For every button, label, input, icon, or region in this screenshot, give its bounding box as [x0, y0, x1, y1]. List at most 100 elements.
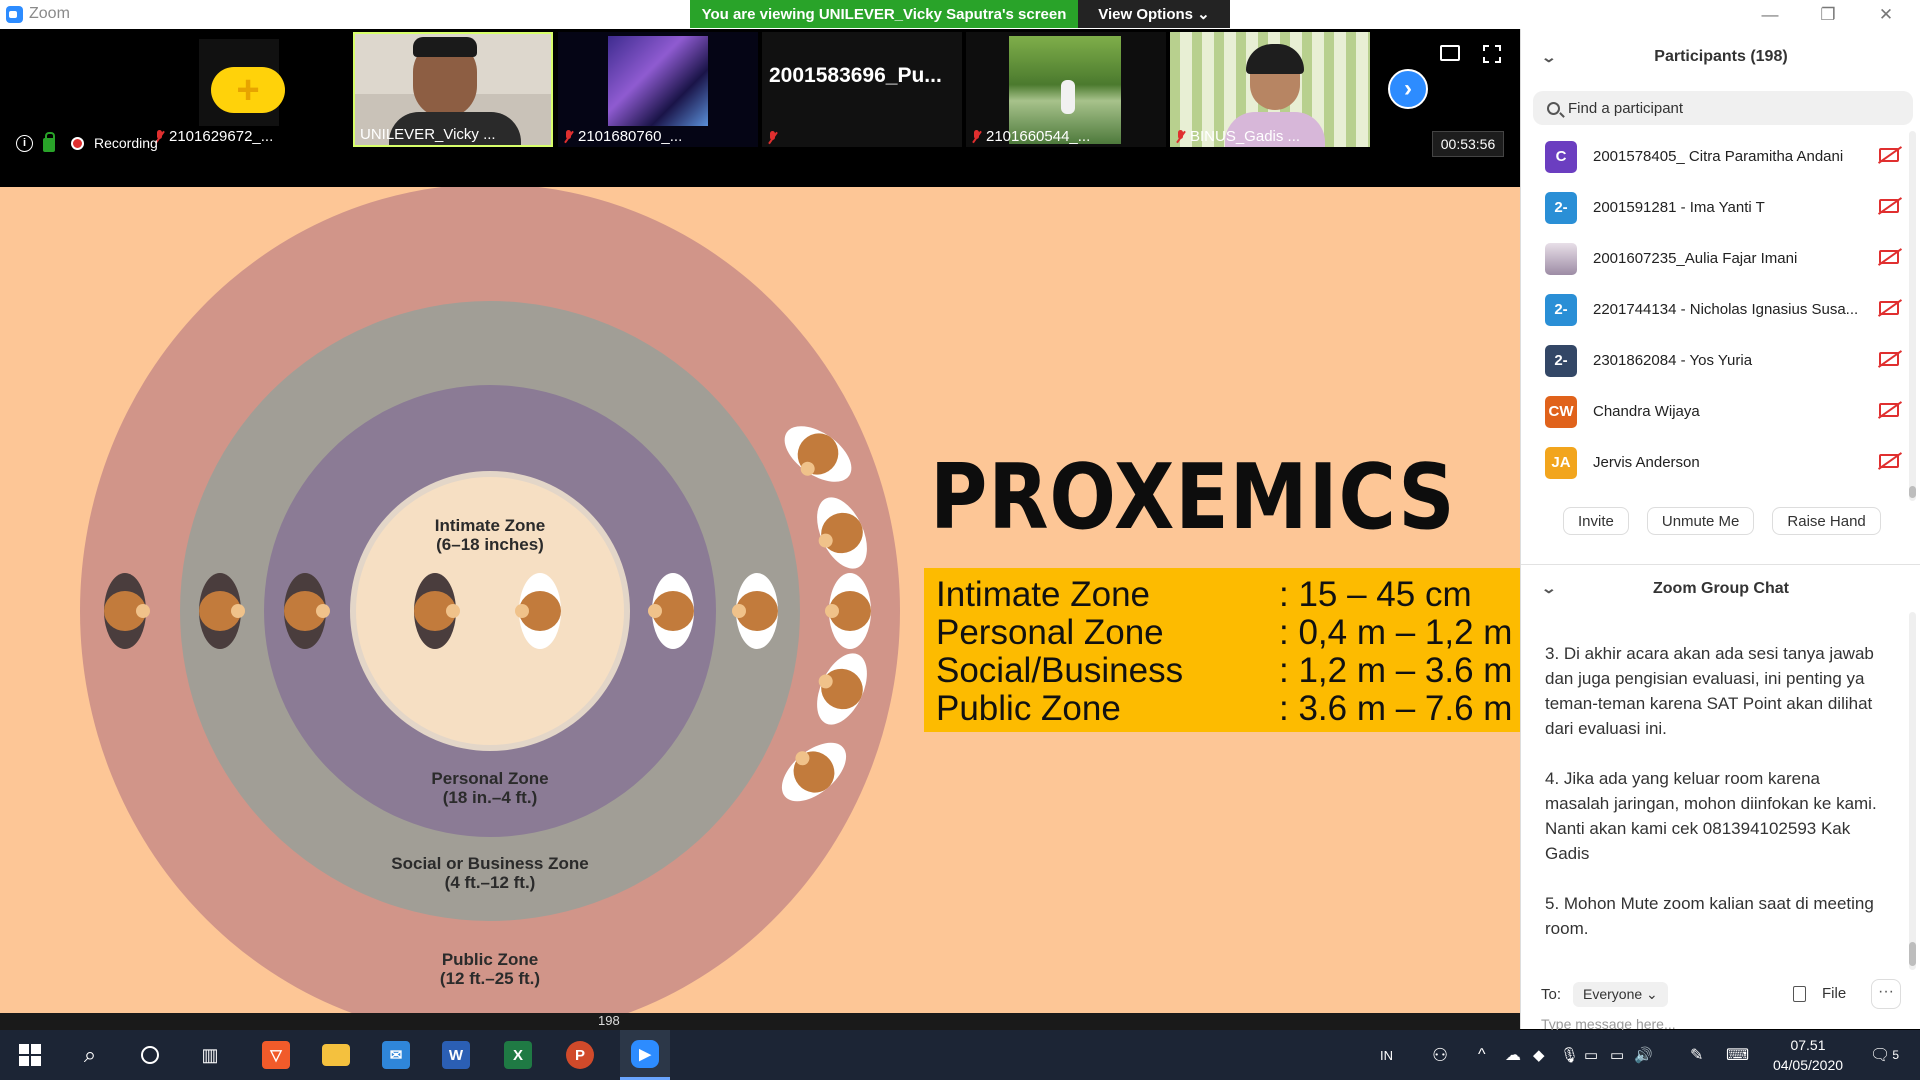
more-options-button[interactable]: ···	[1871, 979, 1901, 1009]
video-thumbnail[interactable]: BINUS_Gadis ...	[1170, 32, 1370, 147]
onedrive-icon[interactable]: ☁	[1505, 1030, 1521, 1080]
recipient-dropdown[interactable]: Everyone ⌄	[1573, 981, 1668, 1007]
participant-search-input[interactable]: Find a participant	[1533, 91, 1913, 125]
mail-icon[interactable]: ✉	[374, 1030, 418, 1080]
participant-row[interactable]: C 2001578405_ Citra Paramitha Andani	[1521, 131, 1911, 182]
minimize-button[interactable]: —	[1742, 0, 1798, 29]
zone-name: Personal Zone	[936, 613, 1164, 652]
zone-row: Intimate Zone : 15 – 45 cm	[936, 576, 1520, 614]
chat-messages: 3. Di akhir acara akan ada sesi tanya ja…	[1545, 641, 1885, 966]
personal-zone-label: Personal Zone (18 in.–4 ft.)	[431, 769, 549, 807]
battery-icon[interactable]: ▭	[1584, 1030, 1598, 1080]
participant-name: 2201744134 - Nicholas Ignasius Susa...	[1593, 301, 1859, 318]
participant-row[interactable]: CW Chandra Wijaya	[1521, 386, 1911, 437]
powerpoint-icon[interactable]: P	[558, 1030, 602, 1080]
lock-icon[interactable]	[43, 132, 55, 152]
chat-scrollbar[interactable]	[1909, 612, 1916, 970]
participant-scrollbar[interactable]	[1909, 131, 1916, 501]
avatar: 2-	[1545, 191, 1577, 224]
video-off-icon	[1879, 454, 1899, 468]
file-button[interactable]: File	[1822, 985, 1846, 1002]
zone-range: : 1,2 m – 3.6 m	[1279, 651, 1513, 690]
video-thumbnail-active-speaker[interactable]: UNILEVER_Vicky ...	[353, 32, 553, 147]
chat-message: 4. Jika ada yang keluar room karena masa…	[1545, 769, 1877, 863]
system-clock[interactable]: 07.51 04/05/2020	[1758, 1035, 1858, 1075]
participant-name: 2001591281 - Ima Yanti T	[1593, 199, 1765, 216]
search-icon	[1547, 101, 1560, 115]
title-bar: Zoom You are viewing UNILEVER_Vicky Sapu…	[0, 0, 1920, 29]
shared-screen-slide: Intimate Zone (6–18 inches) Personal Zon…	[0, 187, 1520, 1013]
avatar: 2-	[1545, 344, 1577, 377]
to-label: To:	[1541, 985, 1562, 1003]
dropbox-icon[interactable]: ◆	[1533, 1030, 1545, 1080]
volume-icon[interactable]: 🔊	[1634, 1030, 1653, 1080]
participants-header: ⌄ Participants (198)	[1521, 29, 1920, 85]
zone-row: Personal Zone: 0,4 m – 1,2 m	[936, 614, 1520, 652]
close-button[interactable]: ✕	[1858, 0, 1914, 29]
cortana-icon[interactable]	[128, 1030, 172, 1080]
video-off-icon	[1879, 352, 1899, 366]
info-icon[interactable]: i	[16, 134, 33, 152]
notifications-icon[interactable]: 🗨 5	[1870, 1030, 1899, 1080]
zoom-window: Zoom You are viewing UNILEVER_Vicky Sapu…	[0, 0, 1920, 1080]
excel-icon[interactable]: X	[496, 1030, 540, 1080]
participant-name: Jervis Anderson	[1593, 454, 1700, 471]
gallery-layout-icon[interactable]	[1440, 45, 1460, 61]
raise-hand-button[interactable]: Raise Hand	[1772, 507, 1881, 535]
search-taskbar-icon[interactable]: ⌕	[68, 1030, 112, 1080]
screen-share-banner: You are viewing UNILEVER_Vicky Saputra's…	[690, 0, 1078, 28]
app-name: Zoom	[29, 5, 70, 22]
participant-row[interactable]: JA Jervis Anderson	[1521, 437, 1911, 488]
social-zone-label: Social or Business Zone (4 ft.–12 ft.)	[391, 854, 589, 892]
video-thumbnail[interactable]: + 2101629672_...	[149, 32, 349, 147]
keyboard-icon[interactable]: ⌨	[1726, 1030, 1749, 1080]
video-off-icon	[1879, 301, 1899, 315]
word-icon[interactable]: W	[434, 1030, 478, 1080]
network-icon[interactable]: ▭	[1610, 1030, 1624, 1080]
chat-message: 3. Di akhir acara akan ada sesi tanya ja…	[1545, 644, 1874, 738]
microphone-icon[interactable]: 🎙	[1560, 1030, 1579, 1080]
restore-button[interactable]: ❐	[1800, 0, 1856, 29]
unmute-me-button[interactable]: Unmute Me	[1646, 507, 1755, 535]
file-icon[interactable]	[1793, 986, 1806, 1002]
participant-row[interactable]: 2- 2301862084 - Yos Yuria	[1521, 335, 1911, 386]
pen-icon[interactable]: ✎	[1690, 1030, 1703, 1080]
video-thumbnail[interactable]: 2001583696_Pu...	[762, 32, 962, 147]
avatar: 2-	[1545, 293, 1577, 326]
start-button[interactable]	[8, 1030, 52, 1080]
next-page-arrow-icon[interactable]: ›	[1388, 69, 1428, 109]
collapse-chevron-icon[interactable]: ⌄	[1541, 49, 1557, 66]
brave-icon[interactable]: ▽	[254, 1030, 298, 1080]
clock-time: 07.51	[1790, 1037, 1826, 1053]
zoom-taskbar-icon[interactable]: ▶	[620, 1030, 670, 1080]
participant-name: Chandra Wijaya	[1593, 403, 1700, 420]
file-explorer-icon[interactable]	[314, 1030, 358, 1080]
avatar: C	[1545, 140, 1577, 173]
people-icon[interactable]: ⚇	[1432, 1030, 1448, 1080]
zone-name: Intimate Zone	[936, 575, 1150, 614]
participant-row[interactable]: 2- 2001591281 - Ima Yanti T	[1521, 182, 1911, 233]
fullscreen-icon[interactable]	[1483, 45, 1501, 63]
view-options-button[interactable]: View Options ⌄	[1078, 0, 1230, 28]
participant-row[interactable]: 2001607235_Aulia Fajar Imani	[1521, 233, 1911, 284]
show-hidden-icons-icon[interactable]: ^	[1478, 1030, 1486, 1080]
participant-actions: Invite Unmute Me Raise Hand	[1521, 507, 1920, 535]
zone-row: Social/Business: 1,2 m – 3.6 m	[936, 652, 1520, 690]
task-view-icon[interactable]: ▥	[188, 1030, 232, 1080]
language-indicator[interactable]: IN	[1380, 1030, 1393, 1080]
zoom-logo-icon	[6, 5, 23, 23]
video-thumbnail[interactable]: 2101660544_...	[966, 32, 1166, 147]
participant-name: 2301862084 - Yos Yuria	[1593, 352, 1753, 369]
participant-row[interactable]: 2- 2201744134 - Nicholas Ignasius Susa...	[1521, 284, 1911, 335]
participants-title: Participants (198)	[1654, 48, 1788, 65]
video-off-icon	[1879, 148, 1899, 162]
collapse-chevron-icon[interactable]: ⌄	[1541, 580, 1557, 597]
meeting-status-bar: i Recording	[0, 131, 1520, 155]
invite-button[interactable]: Invite	[1563, 507, 1629, 535]
participants-count[interactable]: 198	[598, 1013, 620, 1028]
video-thumbnail[interactable]: 2101680760_...	[558, 32, 758, 147]
participant-name: 2001607235_Aulia Fajar Imani	[1593, 250, 1798, 267]
zone-range: : 15 – 45 cm	[1279, 575, 1472, 614]
windows-taskbar: ⌕ ▥ ▽ ✉ W X P ▶ IN ⚇ ^ ☁ ◆ 🎙 ▭ ▭ 🔊 ✎ ⌨ 0…	[0, 1030, 1920, 1080]
notification-count: 5	[1892, 1048, 1899, 1062]
